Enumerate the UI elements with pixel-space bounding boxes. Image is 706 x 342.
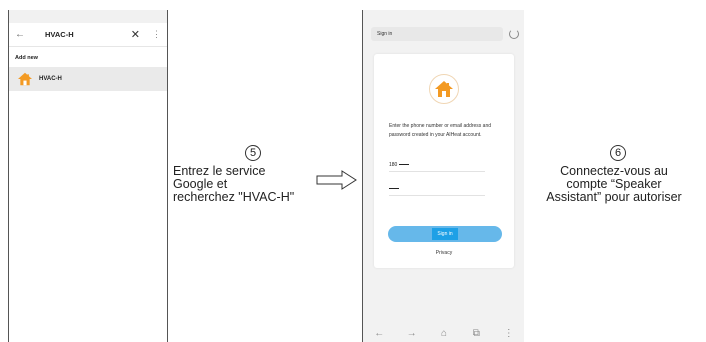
signin-button[interactable]: Sign in	[432, 228, 458, 240]
result-label: HVAC-H	[39, 76, 62, 82]
arrow-right-icon	[316, 170, 357, 190]
house-icon	[435, 81, 453, 97]
signin-instructions: Enter the phone number or email address …	[389, 123, 492, 138]
browser-nav-bar: ← → ⌂ ⧉ ⋮	[363, 326, 525, 340]
result-item-hvac[interactable]: HVAC-H	[9, 67, 167, 91]
masked-digits	[398, 163, 409, 166]
masked-password	[389, 187, 399, 190]
step6-caption: Connectez-vous au compte “Speaker Assist…	[526, 165, 702, 204]
phone-screen-signin: Sign in Enter the phone number or email …	[362, 10, 524, 342]
step-number-6: 6	[610, 145, 626, 161]
reload-icon[interactable]	[509, 29, 519, 39]
phone-value: 180	[389, 162, 398, 168]
search-query[interactable]: HVAC-H	[45, 30, 131, 39]
step5-caption: Entrez le service Google et recherchez "…	[173, 165, 294, 204]
search-toolbar: ← HVAC-H ✕ ⋮	[9, 23, 167, 47]
signin-card: Enter the phone number or email address …	[374, 54, 514, 268]
phone-screen-search: ← HVAC-H ✕ ⋮ Add new HVAC-H	[8, 10, 168, 342]
nav-forward-icon[interactable]: →	[404, 328, 420, 339]
phone-email-field[interactable]: 180	[389, 158, 485, 172]
step-number-5: 5	[245, 145, 261, 161]
house-icon	[18, 72, 32, 86]
nav-menu-icon[interactable]: ⋮	[501, 328, 517, 339]
app-logo	[429, 74, 459, 104]
privacy-link[interactable]: Privacy	[374, 250, 514, 256]
section-label: Add new	[15, 55, 38, 61]
url-bar[interactable]: Sign in	[371, 27, 503, 41]
nav-home-icon[interactable]: ⌂	[436, 328, 452, 339]
instruction-page: ← HVAC-H ✕ ⋮ Add new HVAC-H 5 Entrez le …	[0, 0, 706, 342]
nav-tabs-icon[interactable]: ⧉	[468, 328, 484, 339]
caption-line: recherchez "HVAC-H"	[173, 190, 295, 204]
password-field[interactable]	[389, 182, 485, 196]
caption-line: Assistant” pour autoriser	[546, 190, 682, 204]
signin-button-area[interactable]: Sign in	[388, 226, 502, 242]
nav-back-icon[interactable]: ←	[371, 328, 387, 339]
back-arrow-icon[interactable]: ←	[15, 29, 31, 40]
more-icon[interactable]: ⋮	[152, 29, 161, 40]
close-icon[interactable]: ✕	[131, 28, 140, 41]
status-bar	[9, 10, 167, 23]
